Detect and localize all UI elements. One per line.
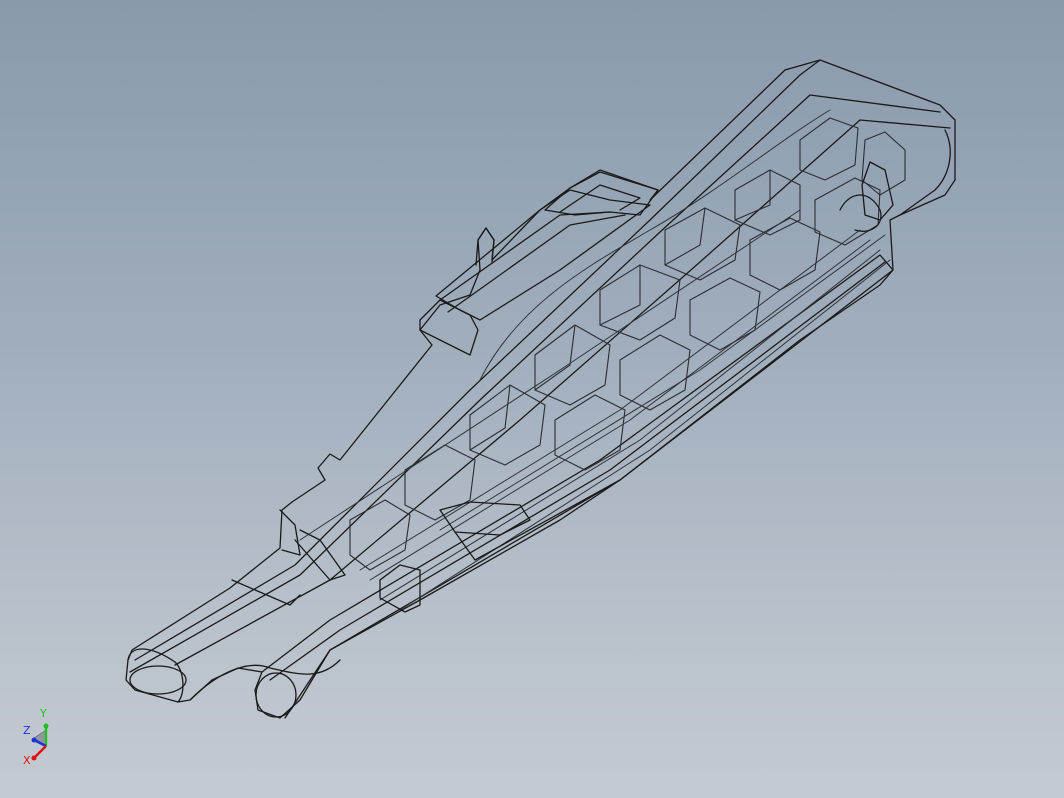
deck-edge-inner: [174, 119, 951, 666]
bow-bracket: [231, 579, 301, 606]
model-wireframe[interactable]: [0, 0, 1064, 798]
hangar-cells: [349, 117, 906, 571]
bottom-fin: [379, 564, 421, 613]
stern-fitting: [861, 161, 894, 221]
lower-tube: [261, 254, 894, 719]
triad-x-label: X: [23, 754, 31, 767]
stern-fitting-inner: [839, 194, 882, 232]
lower-tube-inner: [269, 261, 886, 681]
triad-z-label: Z: [23, 724, 31, 737]
island-top-inner: [559, 184, 641, 213]
graphics-viewport[interactable]: Y Z X: [0, 0, 1064, 798]
keel-line: [454, 479, 621, 561]
triad-y-label: Y: [40, 707, 47, 720]
orientation-triad: Y Z X: [18, 700, 68, 770]
stern-curve: [899, 129, 951, 216]
keel-box: [439, 501, 531, 536]
island-base: [419, 299, 479, 356]
nose-cylinder-left: [129, 665, 187, 695]
inner-rails: [299, 109, 891, 611]
deck-edge-upper: [134, 59, 821, 661]
body-outline: [125, 59, 956, 719]
bow-step: [279, 509, 301, 556]
